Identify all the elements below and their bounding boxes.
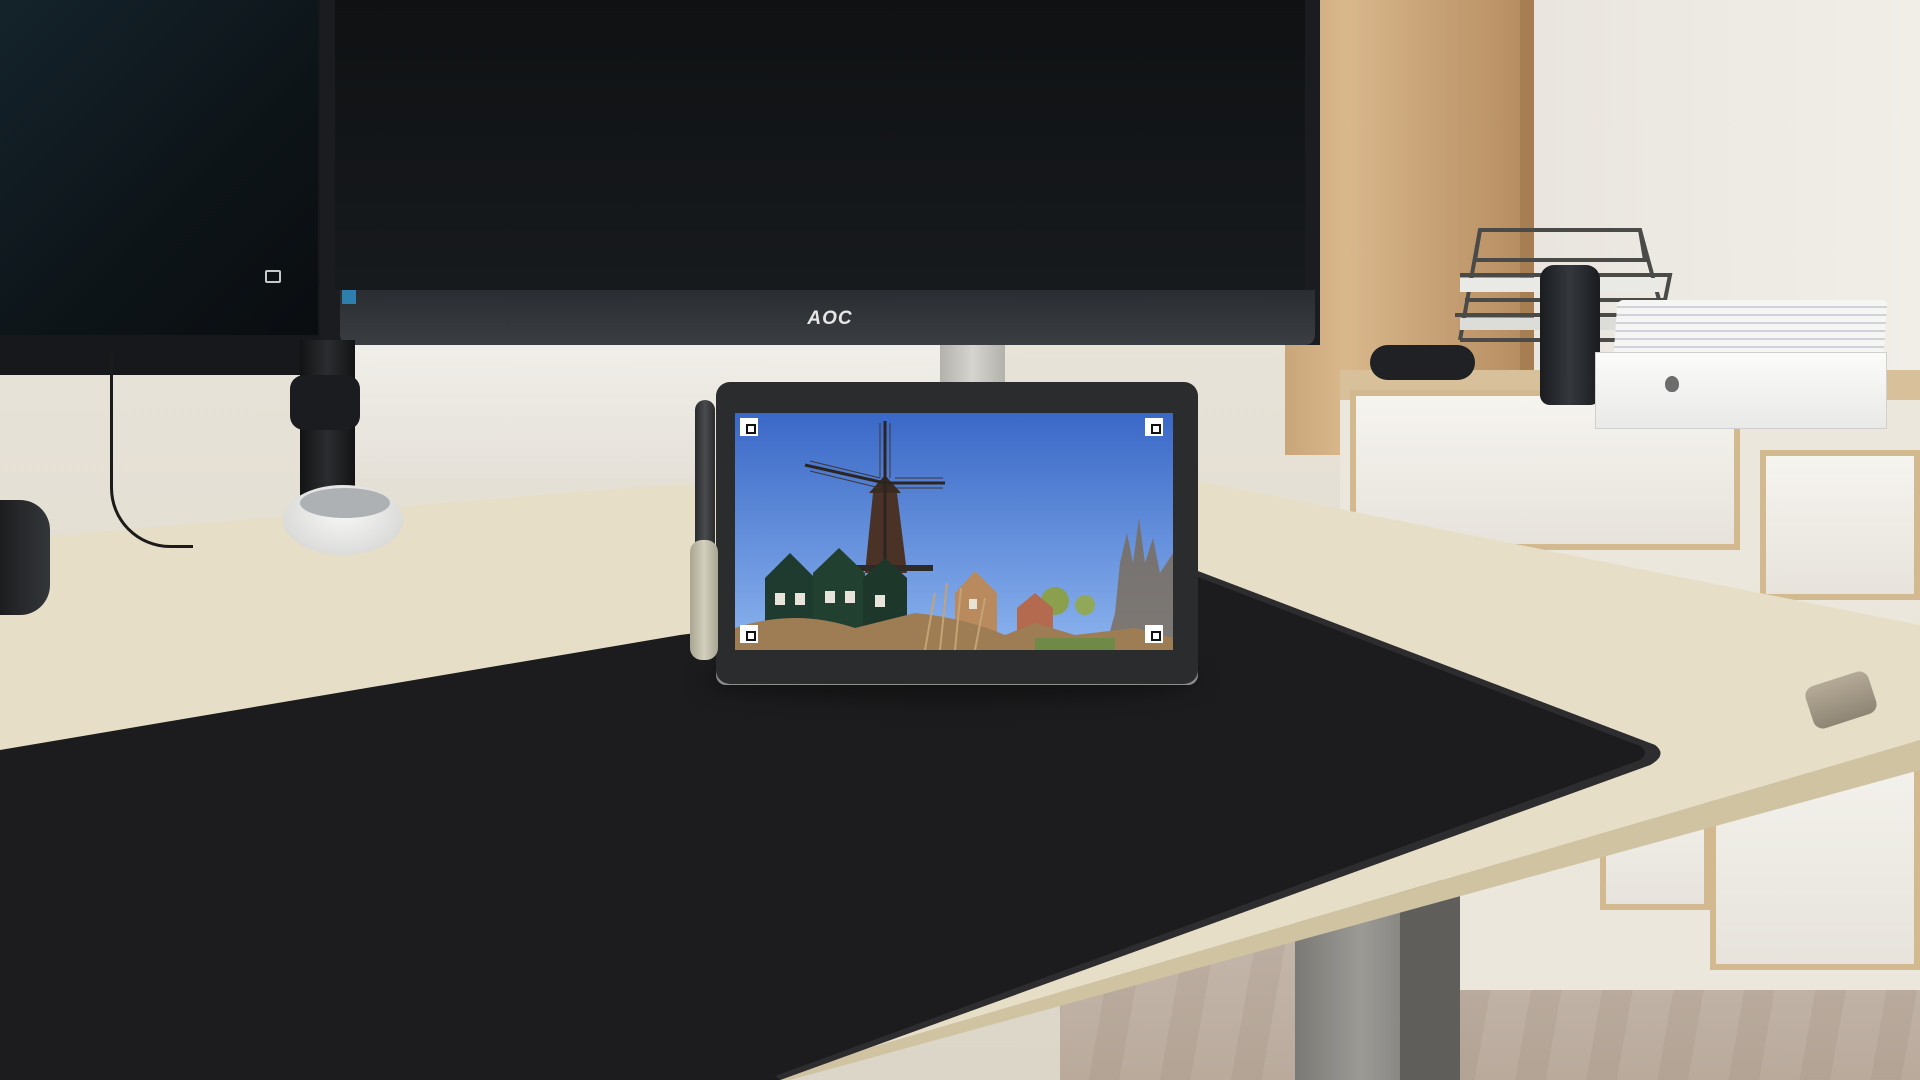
stylus-holder [690, 540, 718, 660]
monitor-arm-joint [290, 375, 360, 430]
corner-marker [740, 418, 758, 436]
sticker [342, 290, 356, 304]
windmill-photo [735, 413, 1173, 650]
product-box [1595, 352, 1887, 429]
corner-marker [1145, 418, 1163, 436]
corner-marker [1145, 625, 1163, 643]
water-bottle [1540, 265, 1600, 405]
apple-icon [1665, 376, 1679, 392]
main-monitor-screen [335, 0, 1305, 290]
cable [110, 355, 193, 548]
tablet-screen[interactable] [735, 413, 1173, 650]
monitor-input-icon [265, 270, 281, 283]
left-monitor-screen [0, 0, 318, 335]
microphone [1370, 345, 1475, 380]
corner-marker [740, 625, 758, 643]
monitor-brand-logo: AOC [807, 308, 853, 329]
desk-grommet-center [300, 488, 390, 518]
speaker [0, 500, 50, 615]
